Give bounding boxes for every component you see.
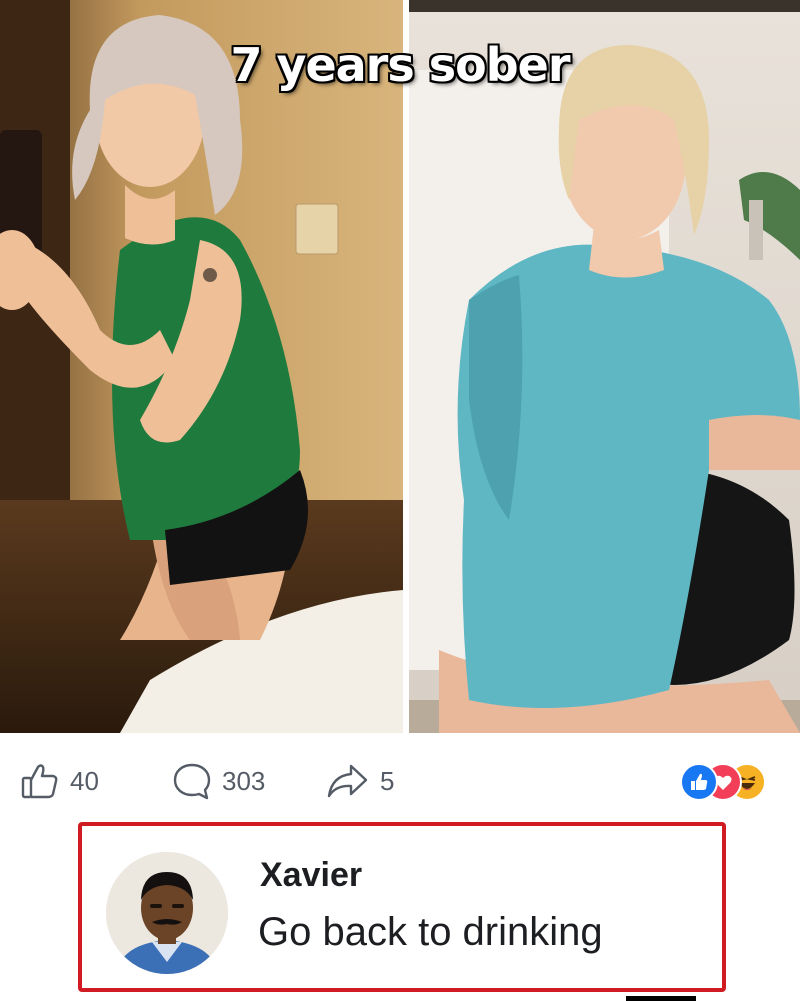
avatar[interactable] xyxy=(106,852,228,974)
action-bar: 40 303 5 xyxy=(0,733,800,823)
comment-count: 303 xyxy=(222,765,266,796)
thumbs-up-icon xyxy=(20,761,60,801)
post-photos: 7 years sober xyxy=(0,0,800,733)
share-button[interactable]: 5 xyxy=(326,761,394,801)
home-indicator xyxy=(626,996,696,1001)
comment-text: Go back to drinking xyxy=(258,910,603,954)
like-button[interactable]: 40 xyxy=(20,761,99,801)
share-count: 5 xyxy=(380,765,395,796)
comment-author[interactable]: Xavier xyxy=(260,856,362,895)
reactions-summary[interactable] xyxy=(680,763,790,803)
comment-bubble-icon xyxy=(172,761,212,801)
after-photo[interactable] xyxy=(409,0,800,733)
share-arrow-icon xyxy=(326,761,370,801)
like-reaction-icon xyxy=(680,763,718,801)
post-caption: 7 years sober xyxy=(230,38,570,92)
comment-button[interactable]: 303 xyxy=(172,761,265,801)
before-photo[interactable] xyxy=(0,0,403,733)
highlighted-comment: Xavier Go back to drinking xyxy=(78,822,726,992)
like-count: 40 xyxy=(70,765,99,796)
